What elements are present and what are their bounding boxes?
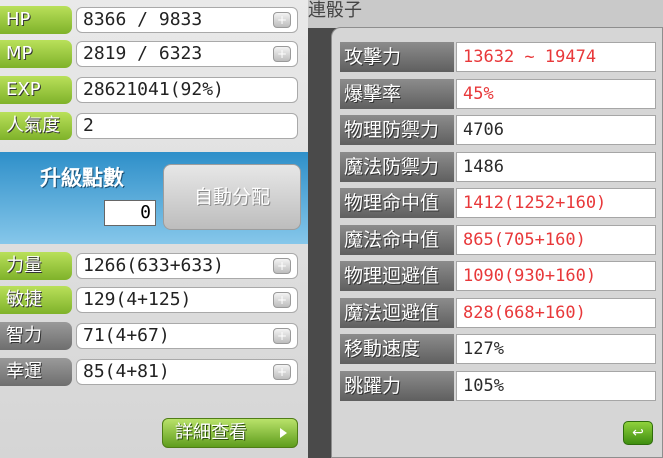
plus-icon[interactable]: + <box>273 258 291 274</box>
hp-value: 8366 / 9833 <box>76 7 298 33</box>
arrow-right-icon <box>280 428 287 438</box>
int-label: 智力 <box>0 322 72 350</box>
plus-icon[interactable]: + <box>273 328 291 344</box>
detail-value: 828(668+160) <box>456 297 656 328</box>
detail-label: 跳躍力 <box>340 370 454 401</box>
detail-label: 移動速度 <box>340 334 454 364</box>
luk-label: 幸運 <box>0 358 72 386</box>
header-fragment: 連骰子 <box>308 0 362 21</box>
detail-value: 1412(1252+160) <box>456 188 656 218</box>
mp-row: MP 2819 / 6323 + <box>0 38 300 70</box>
mp-value: 2819 / 6323 <box>76 41 298 67</box>
detail-row: 物理防禦力 4706 <box>340 115 656 145</box>
exp-value: 28621041(92%) <box>76 77 298 103</box>
detail-row: 物理命中值 1412(1252+160) <box>340 188 656 218</box>
detail-row: 魔法防禦力 1486 <box>340 151 656 182</box>
detail-label: 攻擊力 <box>340 42 454 72</box>
detail-row: 攻擊力 13632 ~ 19474 <box>340 42 656 72</box>
detail-view-label: 詳細查看 <box>175 422 247 443</box>
detail-value: 127% <box>456 334 656 364</box>
exp-row: EXP 28621041(92%) <box>0 74 300 106</box>
stat-window: HP 8366 / 9833 + MP 2819 / 6323 + EXP 28… <box>0 0 308 458</box>
detail-value: 1090(930+160) <box>456 261 656 291</box>
mp-label: MP <box>0 40 72 68</box>
int-value: 71(4+67) <box>76 323 298 349</box>
luk-row: 幸運 85(4+81) + <box>0 356 300 388</box>
hp-label: HP <box>0 6 72 34</box>
str-label: 力量 <box>0 252 72 280</box>
fame-row: 人氣度 2 <box>0 110 300 142</box>
detail-label: 魔法命中值 <box>340 224 454 255</box>
plus-icon[interactable]: + <box>273 364 291 380</box>
detail-label: 魔法迴避值 <box>340 297 454 328</box>
fame-value: 2 <box>76 113 298 139</box>
detail-row: 魔法迴避值 828(668+160) <box>340 297 656 328</box>
background-header: 連骰子 <box>308 0 663 28</box>
detail-label: 物理防禦力 <box>340 115 454 145</box>
fame-label: 人氣度 <box>0 112 72 140</box>
detail-row: 物理迴避值 1090(930+160) <box>340 261 656 291</box>
detail-view-button[interactable]: 詳細查看 <box>162 418 298 448</box>
ability-points-title: 升級點數 <box>40 166 124 190</box>
detail-row: 魔法命中值 865(705+160) <box>340 224 656 255</box>
int-row: 智力 71(4+67) + <box>0 320 300 352</box>
dex-value: 129(4+125) <box>76 287 298 313</box>
plus-icon[interactable]: + <box>273 46 291 62</box>
plus-icon[interactable]: + <box>273 12 291 28</box>
detail-value: 1486 <box>456 151 656 182</box>
str-value: 1266(633+633) <box>76 253 298 279</box>
detail-value: 865(705+160) <box>456 224 656 255</box>
auto-assign-button[interactable]: 自動分配 <box>163 164 301 230</box>
detail-value: 13632 ~ 19474 <box>456 42 656 72</box>
detail-row: 爆擊率 45% <box>340 78 656 109</box>
plus-icon[interactable]: + <box>273 292 291 308</box>
dex-label: 敏捷 <box>0 286 72 314</box>
detail-row: 移動速度 127% <box>340 334 656 364</box>
detail-row: 跳躍力 105% <box>340 370 656 401</box>
detail-label: 物理命中值 <box>340 188 454 218</box>
back-icon[interactable]: ↩ <box>623 421 653 445</box>
detail-value: 105% <box>456 370 656 401</box>
detail-value: 4706 <box>456 115 656 145</box>
ability-points-value: 0 <box>104 200 156 226</box>
hp-row: HP 8366 / 9833 + <box>0 4 300 36</box>
luk-value: 85(4+81) <box>76 359 298 385</box>
dex-row: 敏捷 129(4+125) + <box>0 284 300 316</box>
detail-label: 魔法防禦力 <box>340 151 454 182</box>
detail-value: 45% <box>456 78 656 109</box>
str-row: 力量 1266(633+633) + <box>0 250 300 282</box>
detail-label: 物理迴避值 <box>340 261 454 291</box>
detail-label: 爆擊率 <box>340 78 454 109</box>
exp-label: EXP <box>0 76 72 104</box>
